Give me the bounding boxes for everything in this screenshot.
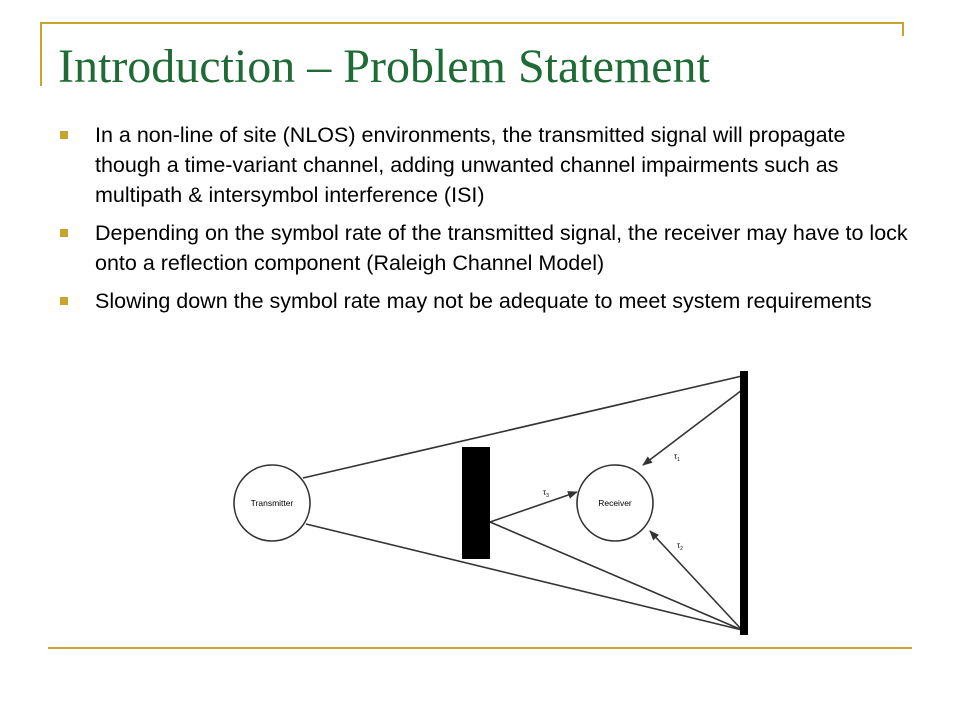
bullet-text: Slowing down the symbol rate may not be … xyxy=(95,289,872,313)
slide-title: Introduction – Problem Statement xyxy=(58,40,710,93)
path-reflection-tau1 xyxy=(642,389,743,466)
transmitter-node xyxy=(233,464,311,542)
path-tx-to-far-reflector-bottom xyxy=(305,523,743,631)
right-rule xyxy=(902,22,904,36)
receiver-node xyxy=(576,464,654,542)
tau2-label: τ2 xyxy=(677,541,683,552)
tau1-label: τ1 xyxy=(674,452,680,463)
path-reflection-tau3 xyxy=(489,491,578,523)
bottom-rule xyxy=(48,647,912,649)
far-reflector xyxy=(740,371,748,635)
top-rule xyxy=(40,22,904,24)
bullet-list: In a non-line of site (NLOS) environment… xyxy=(58,120,908,324)
transmitter-label: Transmitter xyxy=(251,498,294,508)
bullet-text: In a non-line of site (NLOS) environment… xyxy=(95,123,846,207)
tau3-label: τ3 xyxy=(543,488,549,499)
square-bullet-icon xyxy=(60,229,68,237)
bullet-item: Depending on the symbol rate of the tran… xyxy=(58,218,908,278)
receiver-label: Receiver xyxy=(598,498,632,508)
bullet-item: Slowing down the symbol rate may not be … xyxy=(58,286,908,316)
slide: Introduction – Problem Statement In a no… xyxy=(0,0,960,720)
near-reflector xyxy=(462,447,490,559)
path-tx-to-far-reflector-top xyxy=(302,375,743,479)
path-near-reflector-to-far-reflector xyxy=(489,521,743,631)
multipath-diagram: Transmitter Receiver τ1 τ2 τ3 xyxy=(233,371,748,635)
left-rule xyxy=(40,22,42,86)
square-bullet-icon xyxy=(60,131,68,139)
path-reflection-tau2 xyxy=(649,530,743,631)
bullet-text: Depending on the symbol rate of the tran… xyxy=(95,221,908,275)
bullet-item: In a non-line of site (NLOS) environment… xyxy=(58,120,908,210)
square-bullet-icon xyxy=(60,297,68,305)
